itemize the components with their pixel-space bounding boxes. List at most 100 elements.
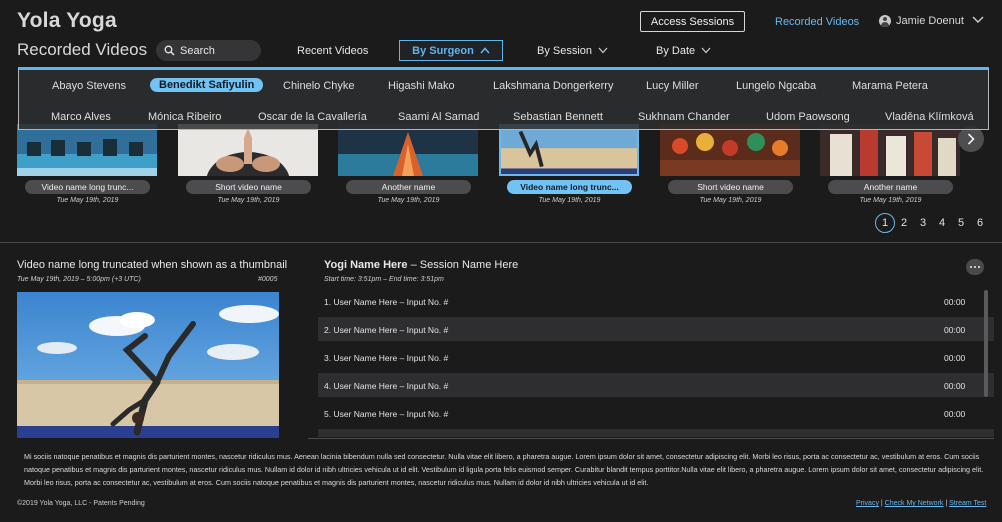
session-title: Yogi Name Here – Session Name Here (324, 259, 518, 271)
yogi-name: Yogi Name Here (324, 259, 408, 271)
thumbnail-label[interactable]: Short video name (668, 180, 793, 194)
nav-by-surgeon[interactable]: By Surgeon (399, 40, 503, 61)
surgeon-option[interactable]: Sukhnam Chander (638, 111, 730, 123)
thumbnail-label[interactable]: Another name (828, 180, 953, 194)
session-input-row[interactable]: 2. User Name Here – Input No. # 00:00 (318, 317, 994, 341)
video-thumbnail-4-selected[interactable] (499, 124, 639, 176)
thumbnail-date: Tue May 19th, 2019 (56, 197, 119, 204)
handstand-thumbnail-icon (501, 126, 637, 174)
chevron-down-icon (598, 47, 608, 54)
thumbnail-label[interactable]: Short video name (186, 180, 311, 194)
video-thumbnail-3[interactable] (338, 124, 478, 176)
row-label: 5. User Name Here – Input No. # (324, 409, 449, 419)
thumbnail-label-selected[interactable]: Video name long trunc... (507, 180, 632, 194)
surgeon-option-selected[interactable]: Benedikt Safiyulin (150, 78, 264, 92)
surgeon-dropdown: Abayo Stevens Benedikt Safiyulin Chinelo… (18, 67, 989, 130)
nav-by-surgeon-label: By Surgeon (412, 44, 474, 57)
privacy-link[interactable]: Privacy (856, 500, 879, 507)
user-menu[interactable]: Jamie Doenut (879, 15, 964, 27)
video-thumbnail-2[interactable] (178, 124, 318, 176)
footer-description: Mi sociis natoque penatibus et magnis di… (24, 452, 984, 487)
recorded-videos-link[interactable]: Recorded Videos (775, 16, 859, 28)
session-input-row[interactable]: 5. User Name Here – Input No. # 00:00 (318, 401, 994, 425)
app-logo[interactable]: Yola Yoga (17, 9, 117, 33)
thumbnail-label[interactable]: Video name long trunc... (25, 180, 150, 194)
row-label: 1. User Name Here – Input No. # (324, 297, 449, 307)
page-1-button[interactable]: 1 (875, 213, 895, 233)
access-sessions-button[interactable]: Access Sessions (640, 11, 745, 32)
page-5-button[interactable]: 5 (951, 213, 971, 233)
surgeon-option[interactable]: Mónica Ribeiro (148, 111, 221, 123)
search-icon (164, 45, 175, 56)
surgeon-option[interactable]: Lungelo Ngcaba (736, 80, 816, 92)
row-label: 3. User Name Here – Input No. # (324, 353, 449, 363)
surgeon-option[interactable]: Vladěna Klímková (885, 111, 974, 123)
page-6-button[interactable]: 6 (970, 213, 990, 233)
dot-icon (974, 266, 976, 268)
video-player[interactable] (17, 292, 279, 438)
row-time: 00:00 (944, 297, 966, 307)
session-input-row[interactable]: 4. User Name Here – Input No. # 00:00 (318, 373, 994, 397)
yoga-hands-thumbnail-icon (178, 124, 318, 176)
nav-recent-label: Recent Videos (297, 44, 369, 57)
surgeon-option[interactable]: Chinelo Chyke (283, 80, 355, 92)
chevron-right-icon (967, 133, 975, 145)
surgeon-option[interactable]: Lakshmana Dongerkerry (493, 80, 613, 92)
session-input-row-partial (318, 429, 994, 437)
stream-test-link[interactable]: Stream Test (949, 500, 986, 507)
session-list-scrollbar[interactable] (984, 290, 988, 397)
surgeon-option[interactable]: Marco Alves (51, 111, 111, 123)
video-id: #0005 (258, 276, 278, 283)
search-input[interactable] (180, 44, 260, 57)
surgeon-option[interactable]: Abayo Stevens (52, 80, 126, 92)
surgeon-option[interactable]: Saami Al Samad (398, 111, 479, 123)
video-title: Video name long truncated when shown as … (17, 259, 288, 271)
video-thumbnail-5[interactable] (660, 124, 800, 176)
row-label: 2. User Name Here – Input No. # (324, 325, 449, 335)
user-name: Jamie Doenut (896, 15, 964, 27)
session-input-row[interactable]: 3. User Name Here – Input No. # 00:00 (318, 345, 994, 369)
dot-icon (970, 266, 972, 268)
surgeon-option[interactable]: Oscar de la Cavallería (258, 111, 367, 123)
video-thumbnail-1[interactable] (17, 124, 157, 176)
page-title: Recorded Videos (17, 40, 148, 59)
more-options-button[interactable] (966, 259, 984, 275)
surgeon-option[interactable]: Marama Petera (852, 80, 928, 92)
video-datetime: Tue May 19th, 2019 – 5:00pm (+3 UTC) (17, 276, 141, 283)
nav-by-session[interactable]: By Session (537, 40, 608, 61)
check-network-link[interactable]: Check My Network (885, 500, 944, 507)
page-2-button[interactable]: 2 (894, 213, 914, 233)
user-avatar-icon (879, 15, 891, 27)
thumbnail-date: Tue May 19th, 2019 (859, 197, 922, 204)
crowd-thumbnail-icon (660, 124, 800, 176)
thumbnail-date: Tue May 19th, 2019 (377, 197, 440, 204)
thumbnail-date: Tue May 19th, 2019 (538, 197, 601, 204)
surgeon-option[interactable]: Sebastian Bennett (513, 111, 603, 123)
nav-recent-videos[interactable]: Recent Videos (297, 40, 368, 61)
video-thumbnail-6[interactable] (820, 124, 960, 176)
footer-links: Privacy | Check My Network | Stream Test (856, 500, 987, 507)
page-4-button[interactable]: 4 (932, 213, 952, 233)
copyright: ©2019 Yola Yoga, LLC - Patents Pending (17, 500, 145, 507)
row-time: 00:00 (944, 409, 966, 419)
row-label: 4. User Name Here – Input No. # (324, 381, 449, 391)
nav-by-date[interactable]: By Date (656, 40, 711, 61)
thumbnail-date: Tue May 19th, 2019 (217, 197, 280, 204)
abstract-orange-thumbnail-icon (338, 124, 478, 176)
session-input-row[interactable]: 1. User Name Here – Input No. # 00:00 (318, 289, 994, 313)
surgeon-option[interactable]: Higashi Mako (388, 80, 455, 92)
search-input-wrapper[interactable] (156, 40, 261, 61)
chevron-down-icon[interactable] (972, 16, 984, 24)
session-times: Start time: 3:51pm – End time: 3:51pm (324, 276, 444, 283)
row-time: 00:00 (944, 325, 966, 335)
thumbnail-label[interactable]: Another name (346, 180, 471, 194)
surgeon-option[interactable]: Lucy Miller (646, 80, 699, 92)
section-divider (0, 242, 1002, 243)
thumbnail-date: Tue May 19th, 2019 (699, 197, 762, 204)
nav-by-date-label: By Date (656, 44, 696, 57)
page-3-button[interactable]: 3 (913, 213, 933, 233)
nav-by-session-label: By Session (537, 44, 593, 57)
session-name: – Session Name Here (407, 259, 519, 271)
surgeon-option[interactable]: Udom Paowsong (766, 111, 850, 123)
gym-thumbnail-icon (17, 124, 157, 176)
